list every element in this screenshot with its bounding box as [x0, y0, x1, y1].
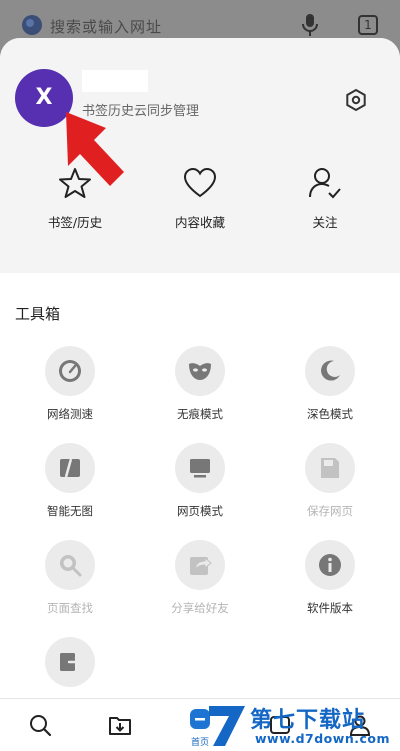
tool-version[interactable]: 软件版本 — [280, 540, 380, 616]
tool-speed-test[interactable]: 网络测速 — [20, 346, 120, 422]
tool-label: 网络测速 — [47, 407, 93, 421]
monitor-icon — [190, 459, 210, 478]
download-icon[interactable] — [108, 713, 132, 737]
tool-no-image[interactable]: 智能无图 — [20, 443, 120, 519]
tool-label: 智能无图 — [47, 504, 93, 518]
follow-user-icon — [309, 168, 341, 199]
tool-label: 软件版本 — [307, 601, 353, 615]
quick-action-label: 关注 — [312, 215, 338, 230]
search-icon[interactable] — [28, 713, 52, 737]
watermark-url: www.d7down.com — [255, 731, 390, 746]
account-panel: X 书签历史云同步管理 书签/历史 内容收藏 关注 — [0, 38, 400, 273]
quick-action-bookmarks[interactable]: 书签/历史 — [25, 166, 125, 231]
quick-action-label: 书签/历史 — [47, 215, 103, 230]
exit-icon — [60, 653, 82, 671]
tool-dark-mode[interactable]: 深色模式 — [280, 346, 380, 422]
tool-label: 页面查找 — [47, 601, 93, 615]
quick-action-favorites[interactable]: 内容收藏 — [150, 166, 250, 231]
username-placeholder — [82, 70, 148, 92]
find-in-page-icon — [60, 555, 82, 577]
search-input[interactable]: 搜索或输入网址 — [50, 16, 162, 37]
seven-logo-icon — [209, 706, 245, 746]
speedometer-icon — [59, 360, 81, 382]
tab-count-button[interactable]: 1 — [358, 15, 378, 35]
tool-label: 无痕模式 — [177, 407, 223, 421]
globe-icon — [22, 15, 42, 35]
tool-label: 保存网页 — [307, 504, 353, 518]
share-icon — [190, 556, 212, 575]
tool-label: 分享给好友 — [171, 601, 229, 615]
microphone-icon[interactable] — [300, 12, 320, 38]
save-page-icon — [321, 458, 339, 478]
toolbox-title: 工具箱 — [15, 305, 61, 323]
tool-label: 深色模式 — [307, 407, 353, 421]
tool-share[interactable]: 分享给好友 — [150, 540, 250, 616]
info-icon — [319, 554, 341, 576]
quick-action-follow[interactable]: 关注 — [275, 166, 375, 231]
tool-label: 网页模式 — [177, 504, 223, 518]
mask-icon — [189, 363, 211, 380]
no-image-icon — [60, 458, 80, 478]
watermark-title: 第七下载站 — [250, 708, 366, 733]
tool-desktop-mode[interactable]: 网页模式 — [150, 443, 250, 519]
quick-action-label: 内容收藏 — [174, 215, 225, 230]
star-icon — [59, 168, 91, 198]
heart-icon — [183, 167, 217, 198]
moon-icon — [321, 360, 340, 381]
settings-icon[interactable] — [344, 88, 368, 112]
watermark-logo: 第七下载站 www.d7down.com — [205, 700, 400, 751]
tool-find-in-page[interactable]: 页面查找 — [20, 540, 120, 616]
tool-exit[interactable]: 退出 — [20, 637, 120, 698]
menu-sheet: X 书签历史云同步管理 书签/历史 内容收藏 关注 工具箱 网络测速 无痕模式 … — [0, 38, 400, 698]
tool-incognito[interactable]: 无痕模式 — [150, 346, 250, 422]
tool-save-page[interactable]: 保存网页 — [280, 443, 380, 519]
